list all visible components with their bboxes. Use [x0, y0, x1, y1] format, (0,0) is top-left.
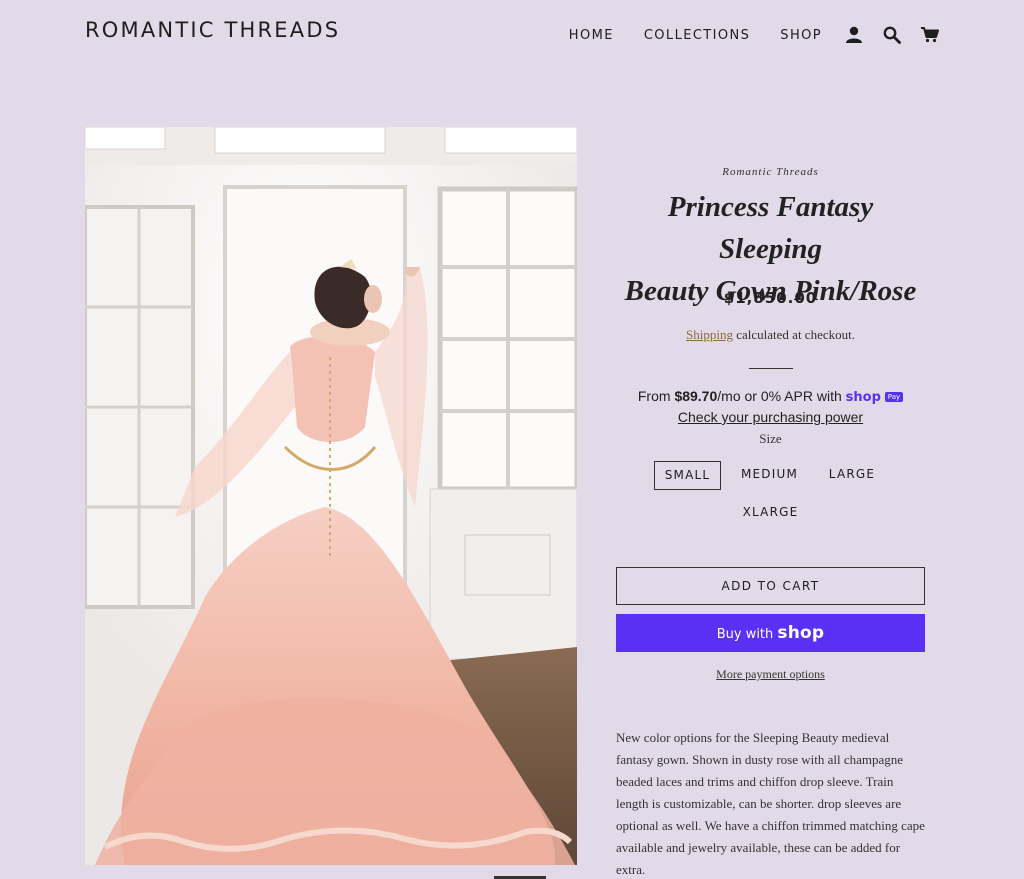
installments-banner: From $89.70/mo or 0% APR with shop Pay — [616, 388, 925, 405]
nav-collections[interactable]: COLLECTIONS — [644, 28, 750, 43]
nav-home[interactable]: HOME — [569, 28, 614, 43]
shipping-text: calculated at checkout. — [732, 327, 855, 342]
shipping-link[interactable]: Shipping — [686, 327, 733, 342]
more-payment-options-link[interactable]: More payment options — [616, 667, 925, 682]
divider — [749, 368, 793, 369]
size-option-xlarge[interactable]: XLARGE — [734, 499, 807, 528]
main-nav: HOME COLLECTIONS SHOP — [569, 25, 940, 45]
shop-pay-wordmark: shop — [777, 623, 825, 643]
shop-pay-logo: shop — [845, 390, 881, 405]
nav-shop[interactable]: SHOP — [780, 28, 822, 43]
size-label: Size — [759, 431, 782, 446]
installments-amount: $89.70 — [674, 388, 718, 404]
cart-icon[interactable] — [920, 25, 940, 45]
buy-with-label: Buy with — [716, 627, 774, 642]
brand-logo[interactable]: ROMANTIC THREADS — [85, 18, 340, 42]
installments-suffix: /mo or 0% APR with — [717, 388, 846, 404]
size-option-medium[interactable]: MEDIUM — [733, 461, 806, 490]
product-vendor[interactable]: Romantic Threads — [616, 166, 925, 178]
shop-pay-badge: Pay — [884, 392, 904, 403]
size-option-small[interactable]: SMALL — [654, 461, 721, 490]
add-to-cart-button[interactable]: ADD TO CART — [616, 567, 925, 605]
account-icon[interactable] — [844, 25, 864, 45]
search-icon[interactable] — [882, 25, 902, 45]
title-line-1: Princess Fantasy Sleeping — [667, 191, 874, 265]
size-option-large[interactable]: LARGE — [820, 461, 884, 490]
site-header: ROMANTIC THREADS HOME COLLECTIONS SHOP — [0, 0, 1024, 64]
check-purchasing-power-link[interactable]: Check your purchasing power — [616, 409, 925, 425]
product-description: New color options for the Sleeping Beaut… — [616, 730, 925, 877]
product-photo[interactable] — [85, 127, 577, 865]
buy-with-shop-pay-button[interactable]: Buy with shop — [616, 614, 925, 652]
product-price: $1,850.00 — [723, 289, 818, 307]
installments-prefix: From — [637, 388, 675, 404]
shipping-note: Shipping calculated at checkout. — [616, 327, 925, 343]
